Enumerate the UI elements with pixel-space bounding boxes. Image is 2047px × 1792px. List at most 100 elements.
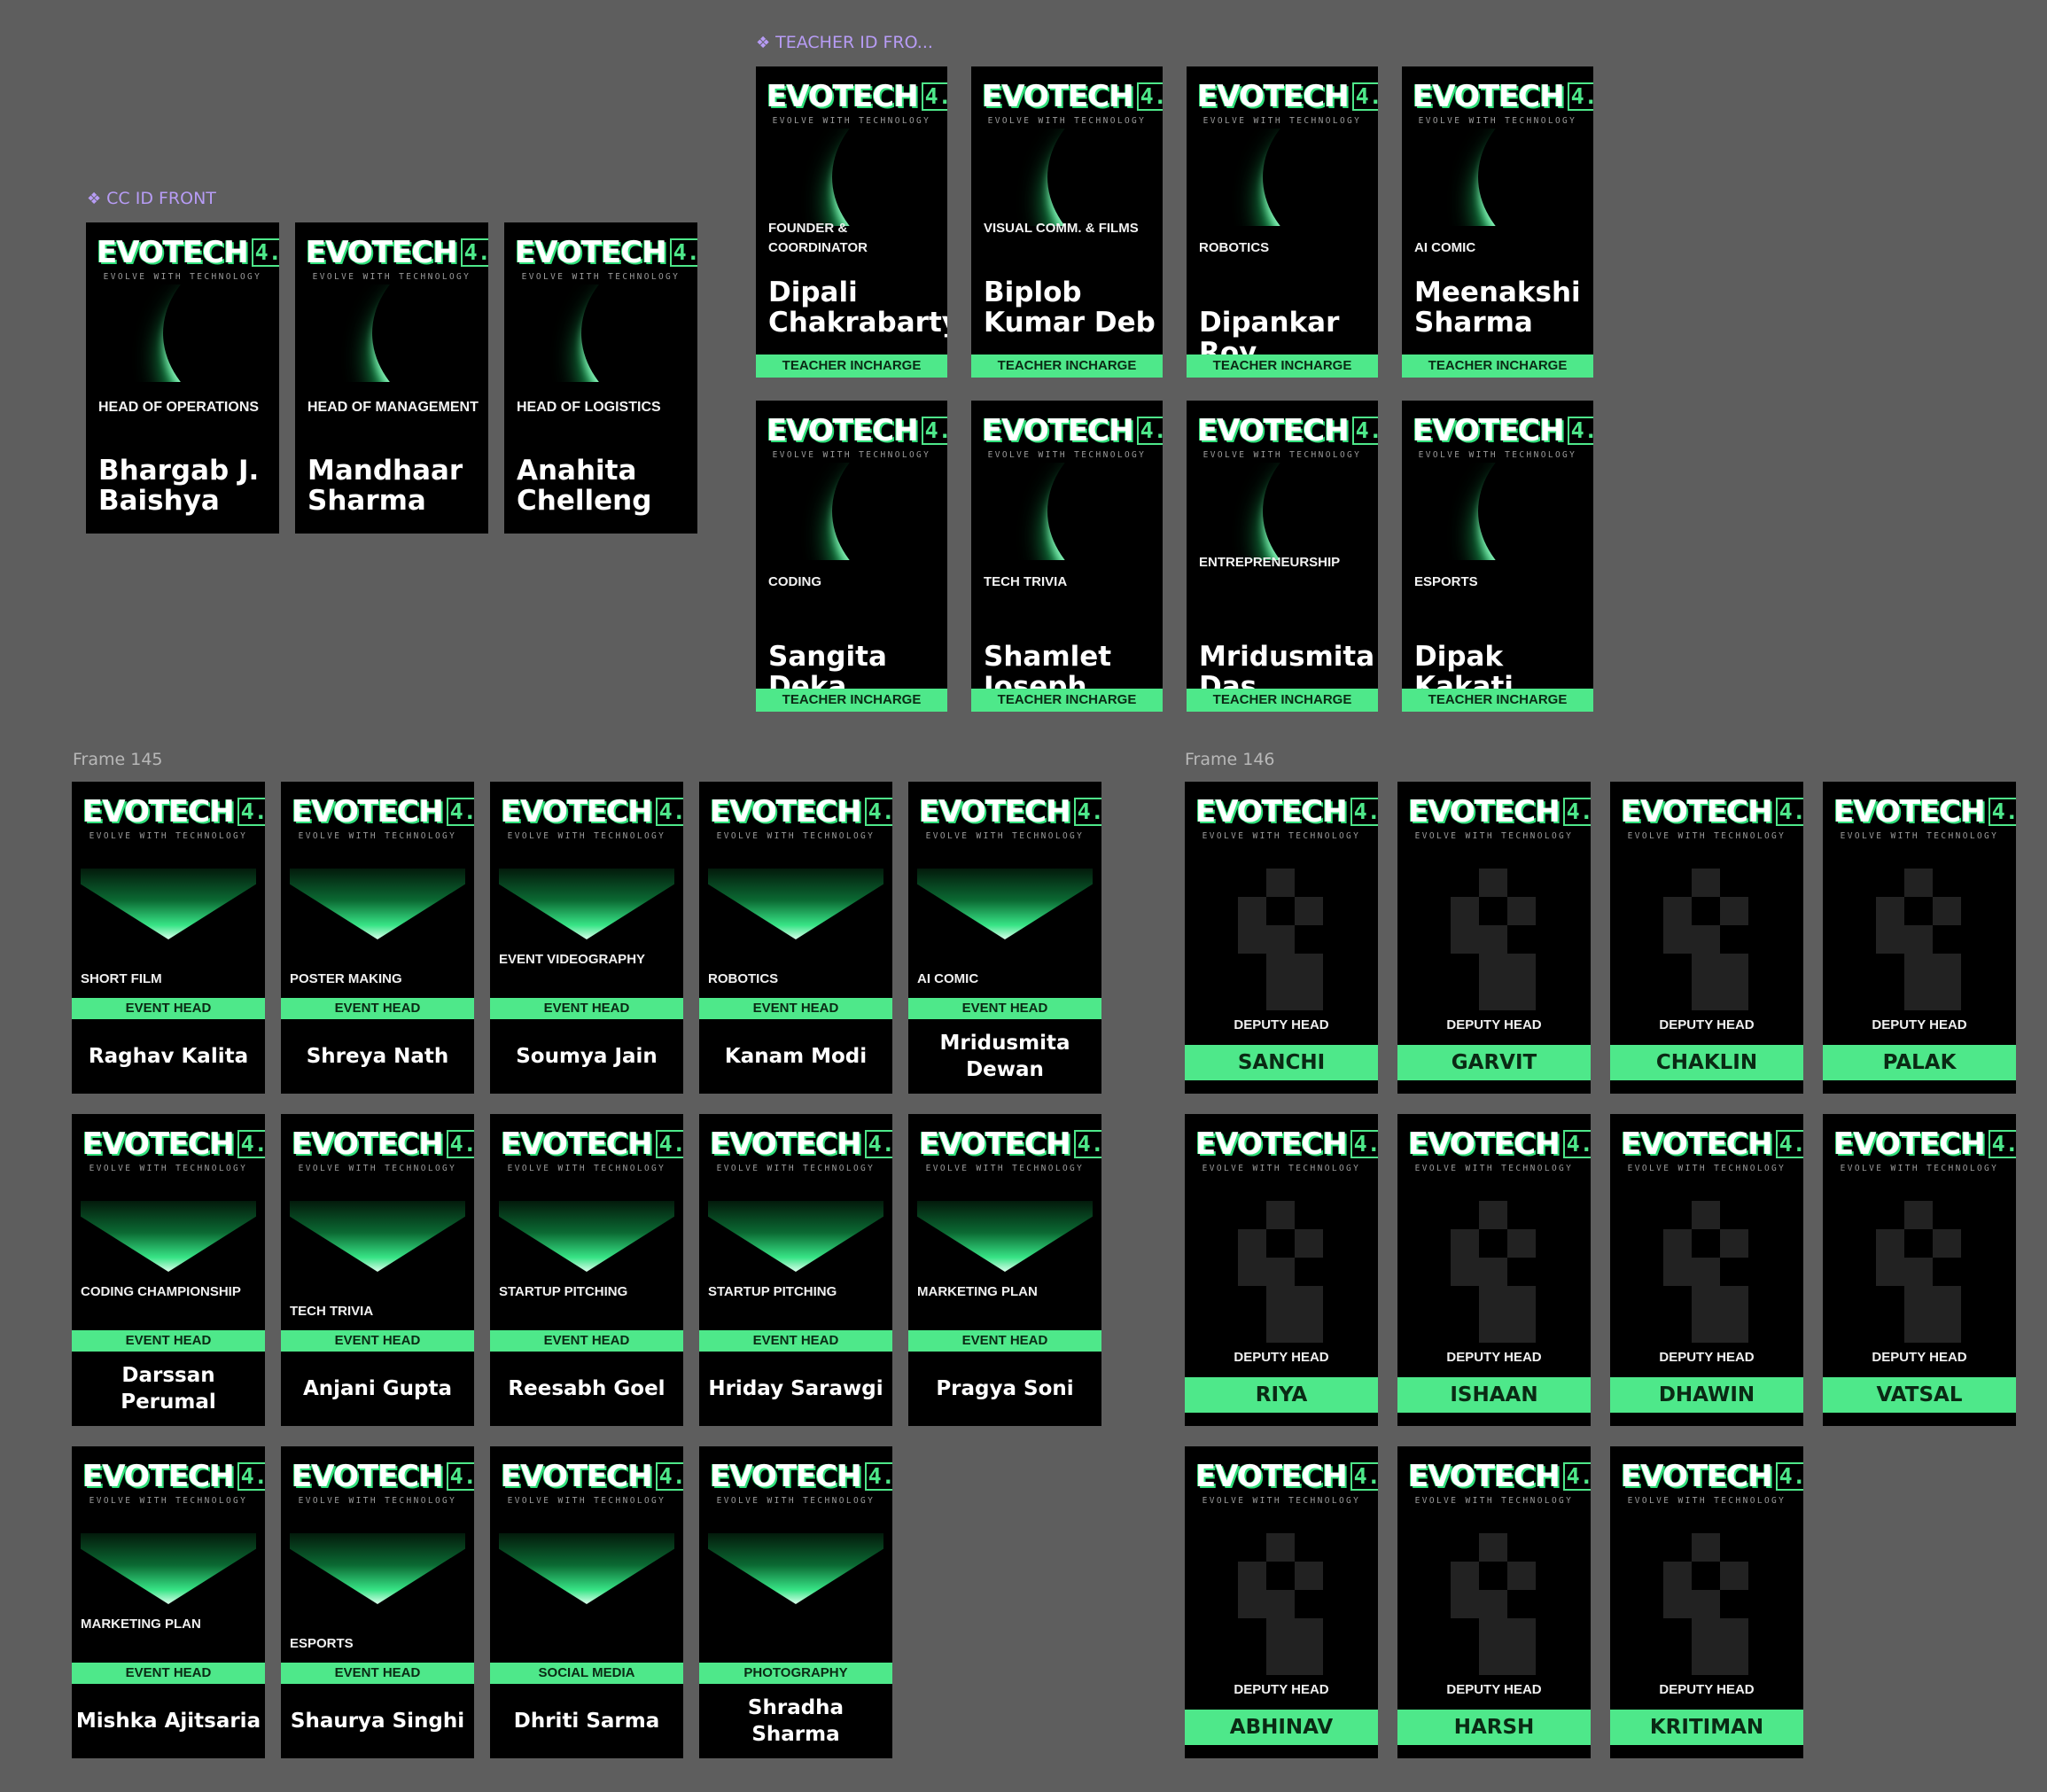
card-name: Mandhaar Sharma [307,455,463,517]
frame-label-deputy[interactable]: Frame 146 [1185,750,1275,769]
pixel-block [1692,1286,1720,1314]
pixel-block [1238,897,1266,925]
event-head-card[interactable]: EVOTECH 4.0 EVOLVE WITH TECHNOLOGY AI CO… [908,782,1101,1094]
card-name: PALAK [1823,1045,2016,1080]
cc-id-card[interactable]: EVOTECH 4.0 EVOLVE WITH TECHNOLOGY HEAD … [504,222,697,534]
pixel-block [1479,1201,1507,1229]
pixel-block [1295,982,1323,1010]
pixel-block [1720,954,1748,982]
card-name: GARVIT [1397,1045,1591,1080]
logo-version: 4.0 [1136,82,1163,111]
logo-version: 4.0 [655,1462,683,1491]
card-role: TECH TRIVIA [290,1304,374,1319]
deputy-head-card[interactable]: EVOTECH 4.0 EVOLVE WITH TECHNOLOGY DEPUT… [1397,782,1591,1094]
logo-tagline: EVOLVE WITH TECHNOLOGY [772,450,931,460]
deputy-head-card[interactable]: EVOTECH 4.0 EVOLVE WITH TECHNOLOGY DEPUT… [1397,1114,1591,1426]
event-head-card[interactable]: EVOTECH 4.0 EVOLVE WITH TECHNOLOGY EVENT… [490,782,683,1094]
deputy-head-card[interactable]: EVOTECH 4.0 EVOLVE WITH TECHNOLOGY DEPUT… [1185,1114,1378,1426]
teacher-id-card[interactable]: EVOTECH 4.0 EVOLVE WITH TECHNOLOGY ROBOT… [1187,66,1378,378]
card-role: CODING CHAMPIONSHIP [81,1284,241,1299]
logo-version: 4.0 [1988,798,2016,826]
event-head-card[interactable]: EVOTECH 4.0 EVOLVE WITH TECHNOLOGY POSTE… [281,782,474,1094]
event-head-card[interactable]: EVOTECH 4.0 EVOLVE WITH TECHNOLOGY CODIN… [72,1114,265,1426]
logo-tagline: EVOLVE WITH TECHNOLOGY [89,831,248,841]
logo-word: EVOTECH [1197,79,1350,114]
deputy-head-card[interactable]: EVOTECH 4.0 EVOLVE WITH TECHNOLOGY DEPUT… [1610,1114,1803,1426]
event-head-card[interactable]: EVOTECH 4.0 EVOLVE WITH TECHNOLOGY MARKE… [72,1446,265,1758]
card-role: TECH TRIVIA [984,574,1068,589]
pixel-block [1266,925,1295,954]
logo-word: EVOTECH [292,794,444,830]
event-head-card[interactable]: EVOTECH 4.0 EVOLVE WITH TECHNOLOGY MARKE… [908,1114,1101,1426]
pixel-block [1479,869,1507,897]
event-head-card[interactable]: EVOTECH 4.0 EVOLVE WITH TECHNOLOGY TECH … [281,1114,474,1426]
event-head-card[interactable]: EVOTECH 4.0 EVOLVE WITH TECHNOLOGY PHOTO… [699,1446,892,1758]
evotech-logo: EVOTECH 4.0 [82,796,265,828]
pixel-block [1692,1618,1720,1647]
pixel-block [1933,1286,1961,1314]
logo-version: 4.0 [1351,417,1378,445]
deputy-head-card[interactable]: EVOTECH 4.0 EVOLVE WITH TECHNOLOGY DEPUT… [1823,782,2016,1094]
logo-version: 4.0 [921,82,947,111]
deputy-head-card[interactable]: EVOTECH 4.0 EVOLVE WITH TECHNOLOGY DEPUT… [1397,1446,1591,1758]
event-head-card[interactable]: EVOTECH 4.0 EVOLVE WITH TECHNOLOGY START… [699,1114,892,1426]
logo-word: EVOTECH [919,794,1071,830]
card-role: DEPUTY HEAD [1659,1017,1755,1032]
pixel-block [1295,1229,1323,1258]
event-badge: SOCIAL MEDIA [490,1663,683,1684]
event-head-card[interactable]: EVOTECH 4.0 EVOLVE WITH TECHNOLOGY ROBOT… [699,782,892,1094]
logo-tagline: EVOLVE WITH TECHNOLOGY [987,450,1147,460]
event-badge: EVENT HEAD [490,1330,683,1352]
teacher-id-card[interactable]: EVOTECH 4.0 EVOLVE WITH TECHNOLOGY ENTRE… [1187,401,1378,712]
card-role: EVENT VIDEOGRAPHY [499,952,646,967]
pixel-block [1663,1258,1692,1286]
teacher-id-card[interactable]: EVOTECH 4.0 EVOLVE WITH TECHNOLOGY VISUA… [971,66,1163,378]
deputy-head-card[interactable]: EVOTECH 4.0 EVOLVE WITH TECHNOLOGY DEPUT… [1185,782,1378,1094]
card-role: SHORT FILM [81,971,162,986]
teacher-id-card[interactable]: EVOTECH 4.0 EVOLVE WITH TECHNOLOGY CODIN… [756,401,947,712]
cc-id-card[interactable]: EVOTECH 4.0 EVOLVE WITH TECHNOLOGY HEAD … [86,222,279,534]
deputy-head-card[interactable]: EVOTECH 4.0 EVOLVE WITH TECHNOLOGY DEPUT… [1823,1114,2016,1426]
event-badge: EVENT HEAD [281,998,474,1019]
card-name: CHAKLIN [1610,1045,1803,1080]
teacher-id-card[interactable]: EVOTECH 4.0 EVOLVE WITH TECHNOLOGY ESPOR… [1402,401,1593,712]
pixel-block [1238,1258,1266,1286]
event-head-card[interactable]: EVOTECH 4.0 EVOLVE WITH TECHNOLOGY START… [490,1114,683,1426]
pixel-block [1692,925,1720,954]
frame-label-cc[interactable]: ❖ CC ID FRONT [87,189,216,208]
event-head-card[interactable]: EVOTECH 4.0 EVOLVE WITH TECHNOLOGY ESPOR… [281,1446,474,1758]
deputy-head-card[interactable]: EVOTECH 4.0 EVOLVE WITH TECHNOLOGY DEPUT… [1610,1446,1803,1758]
logo-tagline: EVOLVE WITH TECHNOLOGY [1418,450,1577,460]
evotech-logo: EVOTECH 4.0 [82,1461,265,1492]
evotech-logo: EVOTECH 4.0 [1195,1128,1378,1160]
card-role: ROBOTICS [708,971,779,986]
logo-tagline: EVOLVE WITH TECHNOLOGY [925,1164,1085,1173]
logo-tagline: EVOLVE WITH TECHNOLOGY [987,116,1147,126]
deputy-head-card[interactable]: EVOTECH 4.0 EVOLVE WITH TECHNOLOGY DEPUT… [1610,782,1803,1094]
deputy-head-card[interactable]: EVOTECH 4.0 EVOLVE WITH TECHNOLOGY DEPUT… [1185,1446,1378,1758]
event-badge: EVENT HEAD [908,1330,1101,1352]
logo-word: EVOTECH [306,235,458,270]
pixel-block [1692,1258,1720,1286]
evotech-logo: EVOTECH 4.0 [982,81,1163,113]
teacher-id-card[interactable]: EVOTECH 4.0 EVOLVE WITH TECHNOLOGY FOUND… [756,66,947,378]
pixel-block [1238,925,1266,954]
logo-word: EVOTECH [1195,1459,1348,1494]
glow-chevron [708,1201,883,1272]
teacher-id-card[interactable]: EVOTECH 4.0 EVOLVE WITH TECHNOLOGY TECH … [971,401,1163,712]
frame-label-teacher[interactable]: ❖ TEACHER ID FRO... [756,33,933,52]
glow-chevron [290,1201,465,1272]
teacher-id-card[interactable]: EVOTECH 4.0 EVOLVE WITH TECHNOLOGY AI CO… [1402,66,1593,378]
card-role: ESPORTS [1414,574,1478,589]
frame-label-event[interactable]: Frame 145 [73,750,163,769]
pixel-block [1933,897,1961,925]
logo-tagline: EVOLVE WITH TECHNOLOGY [716,1164,876,1173]
logo-version: 4.0 [1988,1130,2016,1158]
card-name: DHAWIN [1610,1377,1803,1413]
event-head-card[interactable]: EVOTECH 4.0 EVOLVE WITH TECHNOLOGY SHORT… [72,782,265,1094]
glow-arc [504,284,697,382]
cc-id-card[interactable]: EVOTECH 4.0 EVOLVE WITH TECHNOLOGY HEAD … [295,222,488,534]
event-head-card[interactable]: EVOTECH 4.0 EVOLVE WITH TECHNOLOGY SOCIA… [490,1446,683,1758]
card-role: ESPORTS [290,1636,354,1651]
pixel-block [1507,1229,1536,1258]
